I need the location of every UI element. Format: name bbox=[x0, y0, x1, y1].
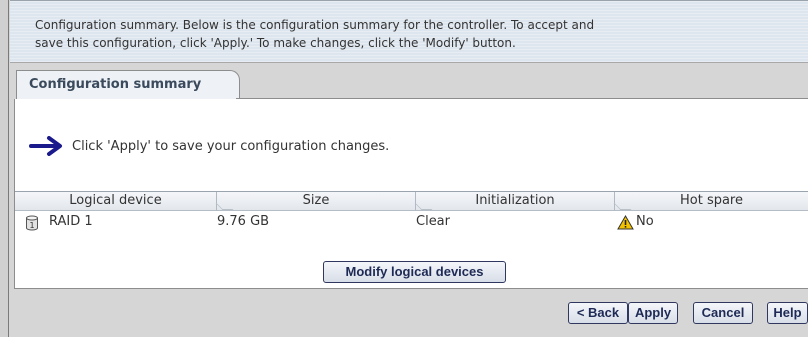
description-banner: Configuration summary. Below is the conf… bbox=[10, 0, 808, 62]
warning-icon bbox=[617, 215, 634, 230]
modify-logical-devices-button[interactable]: Modify logical devices bbox=[323, 261, 506, 283]
apply-button[interactable]: Apply bbox=[628, 302, 678, 324]
cell-hot-spare: No bbox=[636, 214, 654, 229]
cell-size: 9.76 GB bbox=[217, 214, 270, 229]
button-bar: < Back Apply Cancel Help bbox=[10, 289, 808, 337]
description-line-2: save this configuration, click 'Apply.' … bbox=[35, 36, 516, 50]
column-header-hot-spare[interactable]: Hot spare bbox=[613, 192, 808, 211]
back-button[interactable]: < Back bbox=[568, 302, 628, 324]
column-header-size[interactable]: Size bbox=[215, 192, 416, 211]
cell-logical-device: RAID 1 bbox=[49, 214, 93, 229]
table-row[interactable]: 1 RAID 1 9.76 GB Clear No bbox=[15, 211, 808, 233]
tab-strip: Configuration summary bbox=[10, 62, 808, 100]
arrow-right-icon bbox=[29, 136, 62, 156]
window-left-border bbox=[0, 0, 9, 337]
table-header: Logical device Size Initialization Hot s… bbox=[15, 191, 808, 211]
description-line-1: Configuration summary. Below is the conf… bbox=[35, 18, 595, 32]
instruction-text: Click 'Apply' to save your configuration… bbox=[72, 138, 390, 154]
svg-text:1: 1 bbox=[29, 221, 34, 230]
cell-initialization: Clear bbox=[416, 214, 450, 229]
help-button[interactable]: Help bbox=[767, 302, 808, 324]
cancel-button[interactable]: Cancel bbox=[693, 302, 753, 324]
instruction-row: Click 'Apply' to save your configuration… bbox=[29, 133, 389, 159]
column-header-initialization[interactable]: Initialization bbox=[414, 192, 615, 211]
tab-configuration-summary[interactable]: Configuration summary bbox=[16, 70, 240, 100]
column-header-logical-device[interactable]: Logical device bbox=[15, 192, 217, 211]
disk-icon: 1 bbox=[26, 215, 38, 231]
summary-panel: Click 'Apply' to save your configuration… bbox=[14, 99, 808, 289]
